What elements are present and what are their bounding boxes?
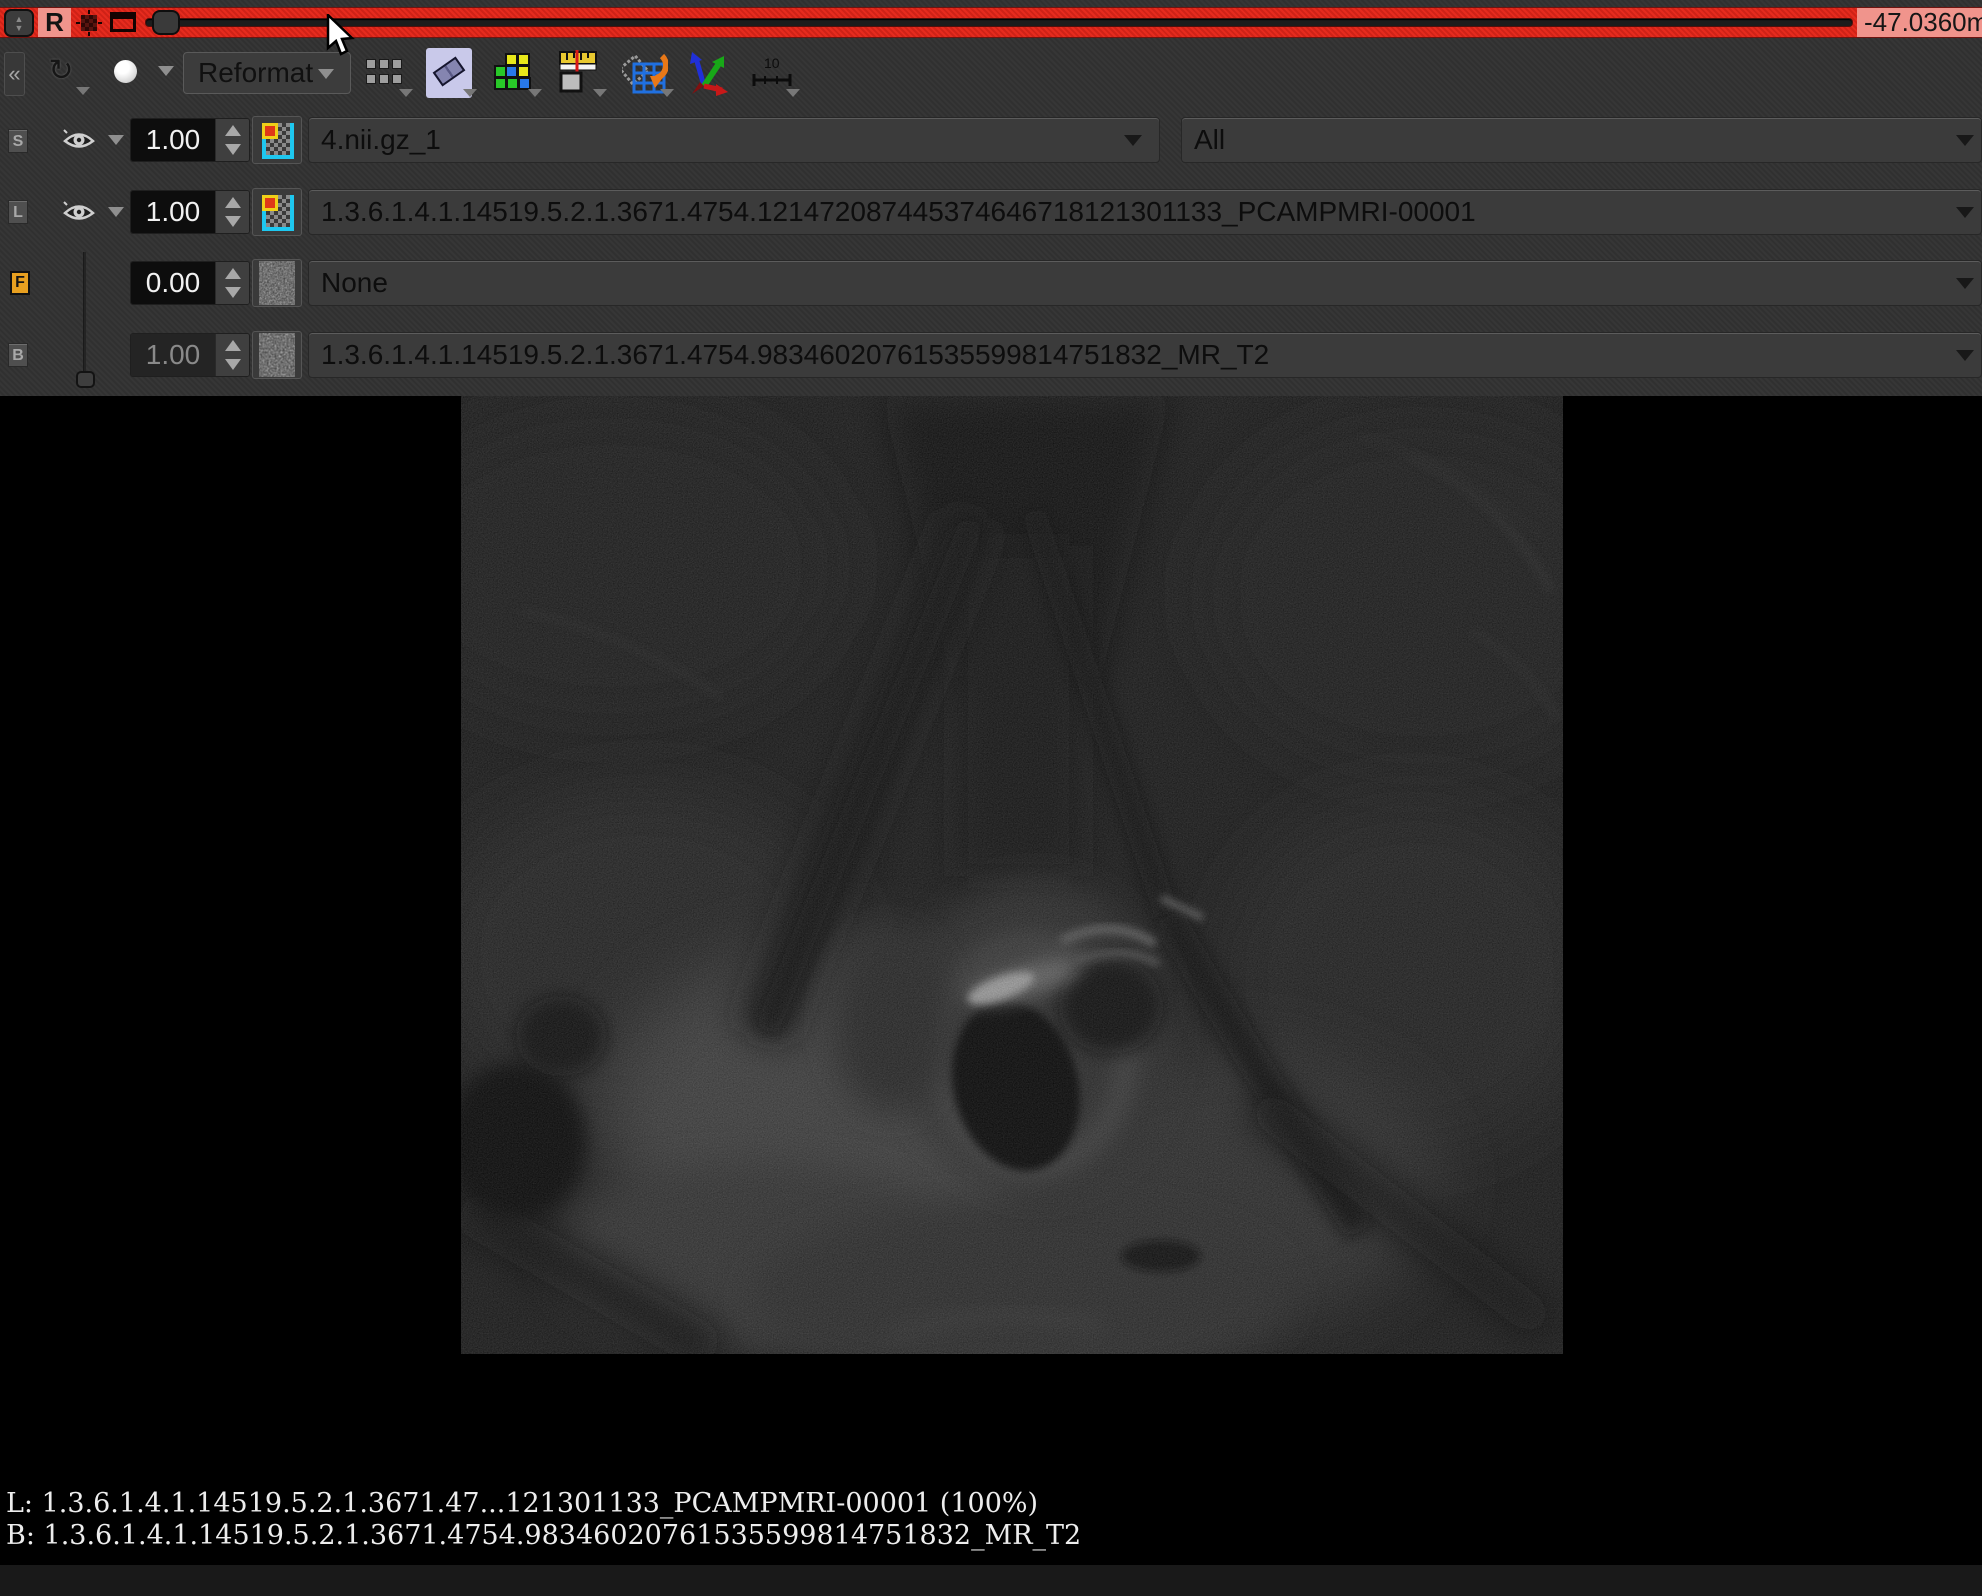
ruler-number-glyph: 10 — [764, 55, 780, 71]
label-opacity-spinbox[interactable]: 1.00 — [130, 190, 250, 234]
segment-filter-selector[interactable]: All — [1181, 117, 1982, 163]
foreground-opacity-value[interactable]: 0.00 — [131, 262, 215, 304]
foreground-thumbnail-icon[interactable] — [252, 259, 302, 307]
maximize-view-icon[interactable] — [110, 12, 136, 32]
slice-model-menu-arrow[interactable] — [463, 89, 477, 97]
slice-spacing-icon[interactable] — [558, 50, 598, 94]
slice-offset-bar: ▲▼ R -47.0360mm — [0, 7, 1982, 38]
slice-offset-value: -47.0360mm — [1857, 8, 1982, 37]
view-name-label: R — [38, 8, 71, 37]
crosshair-icon[interactable] — [76, 10, 102, 36]
visibility-sphere-icon[interactable] — [114, 60, 137, 83]
visibility-dropdown-arrow[interactable] — [158, 66, 174, 76]
segmentation-node-label: 4.nii.gz_1 — [321, 124, 441, 155]
lightbox-menu-arrow[interactable] — [399, 89, 413, 97]
background-thumbnail-icon[interactable] — [252, 331, 302, 379]
label-eye-dropdown[interactable] — [108, 207, 124, 217]
status-line-background-volume: B: 1.3.6.1.4.1.14519.5.2.1.3671.4754.983… — [6, 1520, 1081, 1551]
background-opacity-spinbox[interactable]: 1.00 — [130, 333, 250, 377]
label-volume-selector[interactable]: 1.3.6.1.4.1.14519.5.2.1.3671.4754.121472… — [308, 189, 1982, 235]
background-layer-badge: B — [8, 343, 28, 367]
background-opacity-arrows[interactable] — [215, 334, 249, 376]
slice-controller-panel: ▲▼ R -47.0360mm « ↻ — [0, 0, 1982, 396]
bottom-strip — [0, 1565, 1982, 1596]
segmentation-eye-dropdown[interactable] — [108, 135, 124, 145]
segmentation-eye-icon[interactable] — [62, 127, 96, 153]
ruler-menu-arrow[interactable] — [786, 89, 800, 97]
slice-viewport[interactable]: L: 1.3.6.1.4.1.14519.5.2.1.3671.47...121… — [0, 396, 1982, 1565]
spacing-menu-arrow[interactable] — [593, 89, 607, 97]
compositing-menu-arrow[interactable] — [528, 89, 542, 97]
segmentation-opacity-spinbox[interactable]: 1.00 — [130, 118, 250, 162]
segmentation-layer-badge: S — [8, 129, 28, 153]
label-outline-fill-icon[interactable] — [252, 188, 302, 236]
background-opacity-value[interactable]: 1.00 — [131, 334, 215, 376]
label-volume-name: 1.3.6.1.4.1.14519.5.2.1.3671.4754.121472… — [321, 196, 1476, 227]
foreground-opacity-spinbox[interactable]: 0.00 — [130, 261, 250, 305]
ruler-icon[interactable]: 10 — [752, 54, 792, 92]
segmentation-outline-fill-icon[interactable] — [252, 116, 302, 164]
compositing-icon[interactable] — [494, 52, 532, 92]
link-views-icon[interactable]: ↻ — [44, 54, 78, 90]
segment-filter-label: All — [1194, 124, 1225, 155]
background-volume-selector[interactable]: 1.3.6.1.4.1.14519.5.2.1.3671.4754.983460… — [308, 332, 1982, 378]
slice-offset-slider[interactable] — [145, 18, 1853, 27]
orientation-axes-icon[interactable] — [684, 50, 728, 96]
label-eye-icon[interactable] — [62, 199, 96, 225]
foreground-volume-selector[interactable]: None — [308, 260, 1982, 306]
label-opacity-arrows[interactable] — [215, 191, 249, 233]
status-line-label-volume: L: 1.3.6.1.4.1.14519.5.2.1.3671.47...121… — [6, 1488, 1038, 1519]
label-selector-arrow[interactable] — [1956, 207, 1974, 218]
link-menu-arrow[interactable] — [76, 87, 90, 95]
slice-view-window: ▲▼ R -47.0360mm « ↻ — [0, 0, 1982, 1596]
foreground-volume-name: None — [321, 267, 388, 298]
foreground-background-fade-slider[interactable] — [83, 252, 86, 378]
foreground-selector-arrow[interactable] — [1956, 278, 1974, 289]
slice-offset-slider-handle[interactable] — [152, 10, 180, 35]
collapse-controller-button[interactable]: « — [4, 52, 25, 96]
segmentation-opacity-value[interactable]: 1.00 — [131, 119, 215, 161]
segmentation-opacity-arrows[interactable] — [215, 119, 249, 161]
segment-filter-arrow[interactable] — [1956, 135, 1974, 146]
background-selector-arrow[interactable] — [1956, 350, 1974, 361]
mouse-cursor — [326, 14, 356, 58]
label-layer-badge: L — [8, 200, 28, 224]
segmentation-node-selector[interactable]: 4.nii.gz_1 — [308, 117, 1160, 163]
label-opacity-value[interactable]: 1.00 — [131, 191, 215, 233]
foreground-opacity-arrows[interactable] — [215, 262, 249, 304]
reformat-dropdown-arrow[interactable] — [318, 69, 334, 79]
pin-controller-button[interactable]: ▲▼ — [4, 9, 34, 37]
fade-slider-handle[interactable] — [76, 371, 95, 388]
mri-slice-image[interactable] — [461, 396, 1563, 1354]
foreground-layer-badge: F — [10, 271, 30, 295]
background-volume-name: 1.3.6.1.4.1.14519.5.2.1.3671.4754.983460… — [321, 339, 1269, 370]
rotate-menu-arrow[interactable] — [660, 89, 674, 97]
segmentation-selector-arrow[interactable] — [1124, 135, 1142, 146]
